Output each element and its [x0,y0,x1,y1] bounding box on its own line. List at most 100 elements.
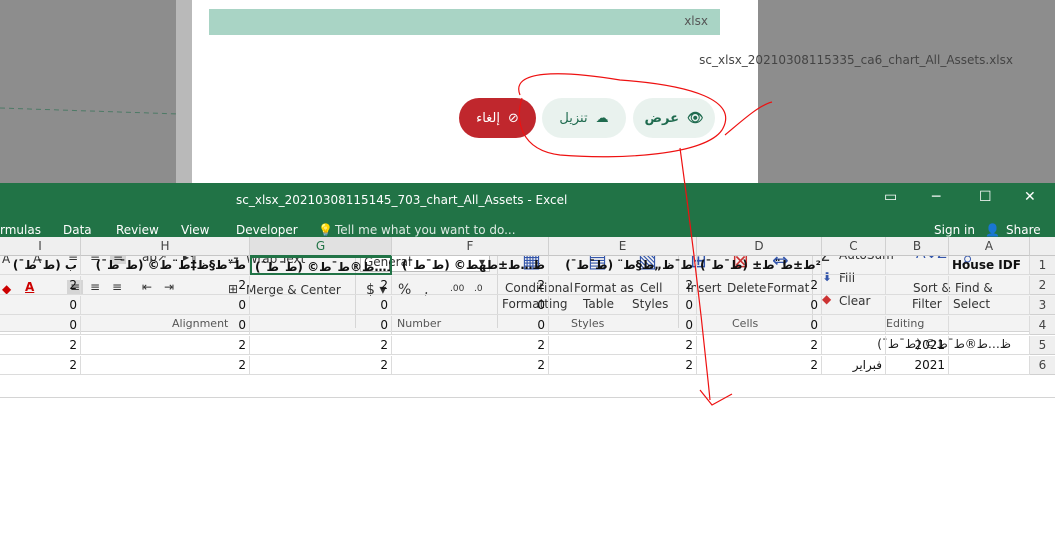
cell[interactable]: 2 [549,356,697,375]
cell[interactable]: 2 [0,276,81,295]
row-header[interactable]: 6 [1030,356,1055,375]
minimize-icon[interactable]: ─ [932,189,940,205]
cell[interactable] [822,336,886,355]
cell[interactable]: 2 [0,356,81,375]
cell[interactable]: 2 [81,336,250,355]
cell[interactable]: House IDF [949,256,1030,275]
cell[interactable]: 2 [250,356,392,375]
cell[interactable] [886,256,949,275]
sign-in-link[interactable]: Sign in [934,223,975,237]
cell[interactable]: 2 [392,336,549,355]
file-type: xlsx [684,14,708,28]
tab-formulas[interactable]: rmulas [0,223,41,237]
download-button[interactable]: تنزيل ☁ [542,98,626,138]
cell[interactable] [822,316,886,335]
maximize-icon[interactable]: ☐ [979,189,992,205]
cell[interactable]: 2 [250,336,392,355]
cell[interactable]: 2 [81,276,250,295]
cell[interactable]: 0 [81,296,250,315]
cell[interactable]: 0 [392,316,549,335]
tab-view[interactable]: View [181,223,209,237]
excel-titlebar: sc_xlsx_20210308115145_703_chart_All_Ass… [0,183,1055,217]
cell[interactable]: 0 [549,316,697,335]
cell[interactable]: 2 [392,356,549,375]
cell[interactable]: ظ…ط±طھط© (ط¯ط¯) [392,256,549,275]
cancel-button[interactable]: إلغاء ⊘ [459,98,536,138]
cell[interactable]: 0 [250,296,392,315]
close-icon[interactable]: ✕ [1024,189,1036,205]
spreadsheet-grid: I H G F E D C B A ب (ط¯ط¯) ط¨ط§ظ‡ط¨ط© (ط¯… [0,237,1055,376]
tab-developer[interactable]: Developer [236,223,298,237]
cell[interactable]: 0 [697,316,822,335]
cell[interactable] [949,276,1030,295]
column-header-h[interactable]: H [81,237,250,256]
cell[interactable] [822,276,886,295]
cell[interactable]: 2 [549,336,697,355]
chart-dashed-line [0,107,180,115]
cell[interactable]: 0 [250,316,392,335]
file-name: sc_xlsx_20210308115335_ca6_chart_All_Ass… [699,53,1013,67]
cell[interactable]: 2 [81,356,250,375]
cell[interactable] [886,296,949,315]
cell[interactable]: ظ…ط®ط¯ط© (ط¯ط¯) [250,256,392,275]
cell[interactable]: 2 [0,336,81,355]
cancel-label: إلغاء [476,110,500,126]
cell[interactable] [822,256,886,275]
cell[interactable]: 0 [0,296,81,315]
column-header-g[interactable]: G [250,237,392,257]
cell[interactable]: 0 [81,316,250,335]
row-header[interactable]: 4 [1030,316,1055,335]
person-icon: 👤 [985,223,1000,237]
cell[interactable]: فبراير [822,356,886,375]
cell[interactable]: 2021 [886,356,949,375]
file-type-bar: xlsx [209,9,720,35]
tab-data[interactable]: Data [63,223,92,237]
row-header[interactable]: 3 [1030,296,1055,315]
tab-review[interactable]: Review [116,223,159,237]
window-title: sc_xlsx_20210308115145_703_chart_All_Ass… [236,193,568,207]
cell[interactable]: 2 [549,276,697,295]
eye-icon: 👁 [686,110,704,126]
cell[interactable] [949,296,1030,315]
cell[interactable] [886,316,949,335]
view-button[interactable]: عرض 👁 [633,98,715,138]
cell[interactable]: 2 [250,276,392,295]
view-label: عرض [644,110,679,126]
ribbon-options-icon[interactable]: ▭ [884,189,897,205]
dialog-shadow [176,0,192,183]
cell[interactable] [822,296,886,315]
column-header-b[interactable]: B [886,237,949,256]
download-label: تنزيل [559,110,588,126]
row-header[interactable]: 5 [1030,336,1055,355]
column-header-f[interactable]: F [392,237,549,256]
cell[interactable]: ط¯ظ„ط§ط¨ (ط¯ط¯) [549,256,697,275]
column-header-d[interactable]: D [697,237,822,256]
column-header-e[interactable]: E [549,237,697,256]
cell[interactable] [949,336,1030,355]
share-button[interactable]: Share [1006,223,1041,237]
cell[interactable] [949,356,1030,375]
cell[interactable]: 0 [0,316,81,335]
cell[interactable]: 2 [392,276,549,295]
column-header-a[interactable]: A [949,237,1030,256]
cell[interactable]: 0 [549,296,697,315]
cell[interactable] [949,316,1030,335]
cloud-download-icon: ☁ [595,110,609,126]
column-header-i[interactable]: I [0,237,81,256]
cell[interactable]: 0 [697,296,822,315]
cell[interactable]: 2 [697,276,822,295]
tell-me-box[interactable]: Tell me what you want to do... [335,223,516,237]
row-header[interactable]: 1 [1030,256,1055,275]
cell[interactable]: 2021 [886,336,949,355]
cell[interactable]: 2 [697,356,822,375]
cell[interactable]: 0 [392,296,549,315]
cell[interactable]: ب (ط¯ط¯) [0,256,81,275]
cell[interactable]: ط²ط±ط¨ط± (ط¯ط¯) [697,256,822,275]
cell[interactable]: 2 [697,336,822,355]
cell[interactable] [886,276,949,295]
cell[interactable]: ط¨ط§ظ‡ط¨ط© (ط¯ط¯) [81,256,250,275]
select-all-corner[interactable] [1030,237,1055,256]
ban-icon: ⊘ [508,110,519,126]
row-header[interactable]: 2 [1030,276,1055,295]
column-header-c[interactable]: C [822,237,886,256]
